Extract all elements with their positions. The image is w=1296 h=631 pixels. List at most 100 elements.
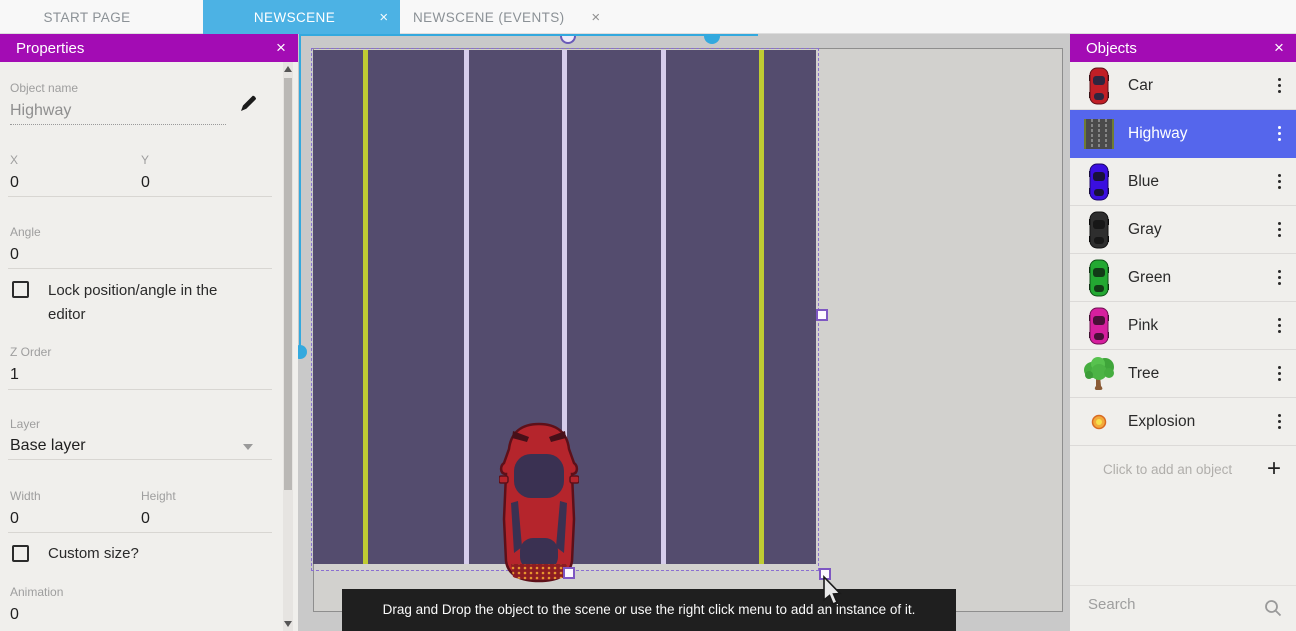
object-name-value: Highway (10, 102, 71, 119)
drag-drop-tooltip: Drag and Drop the object to the scene or… (342, 589, 956, 631)
height-field[interactable]: 0 (141, 510, 150, 528)
tab-newscene[interactable]: NEWSCENE × (203, 0, 400, 34)
angle-field[interactable]: 0 (10, 246, 19, 264)
custom-size-label: Custom size? (48, 542, 139, 566)
object-menu-icon[interactable] (1262, 414, 1296, 429)
mouse-cursor (820, 575, 842, 607)
divider (8, 268, 272, 269)
object-label: Gray (1128, 221, 1262, 239)
object-label: Pink (1128, 317, 1262, 335)
explosion-icon (1070, 414, 1128, 430)
car-green-icon (1070, 259, 1128, 297)
horizontal-scroll-thumb[interactable] (704, 35, 720, 44)
lock-position-checkbox[interactable] (12, 281, 29, 298)
z-order-label: Z Order (10, 345, 51, 359)
width-field[interactable]: 0 (10, 510, 19, 528)
objects-title: Objects (1070, 40, 1262, 57)
object-name-label: Object name (10, 81, 78, 95)
object-row-car[interactable]: Car (1070, 62, 1296, 110)
object-menu-icon[interactable] (1262, 78, 1296, 93)
objects-list: Car Highway (1070, 62, 1296, 492)
resize-handle-right[interactable] (816, 309, 828, 321)
x-field[interactable]: 0 (10, 174, 19, 192)
vertical-scroll-thumb[interactable] (298, 345, 307, 359)
y-label: Y (141, 153, 149, 167)
add-object-label: Click to add an object (1070, 462, 1252, 477)
scene-editor: START PAGE NEWSCENE × NEWSCENE (EVENTS) … (0, 0, 1296, 631)
properties-scrollbar[interactable] (283, 62, 293, 631)
scene-canvas[interactable]: Drag and Drop the object to the scene or… (298, 34, 1070, 631)
car-red-icon (1070, 67, 1128, 105)
resize-handle-bottom[interactable] (563, 567, 575, 579)
chevron-down-icon[interactable] (243, 444, 253, 450)
object-label: Blue (1128, 173, 1262, 191)
object-menu-icon[interactable] (1262, 366, 1296, 381)
close-icon[interactable]: × (580, 9, 612, 26)
layer-select[interactable]: Base layer (10, 437, 86, 455)
tab-start-page-label: START PAGE (43, 10, 130, 25)
width-label: Width (10, 489, 41, 503)
custom-size-checkbox[interactable] (12, 545, 29, 562)
object-row-tree[interactable]: Tree (1070, 350, 1296, 398)
car-instance[interactable] (499, 421, 579, 583)
object-row-gray[interactable]: Gray (1070, 206, 1296, 254)
tab-newscene-label: NEWSCENE (203, 10, 368, 25)
layer-label: Layer (10, 417, 40, 431)
object-menu-icon[interactable] (1262, 270, 1296, 285)
scroll-down-icon[interactable] (284, 621, 292, 627)
object-label: Tree (1128, 365, 1262, 383)
angle-label: Angle (10, 225, 41, 239)
divider (8, 196, 272, 197)
car-gray-icon (1070, 211, 1128, 249)
x-label: X (10, 153, 18, 167)
car-pink-icon (1070, 307, 1128, 345)
scrollbar-thumb[interactable] (284, 78, 292, 490)
edit-pencil-icon[interactable] (240, 94, 258, 112)
z-order-field[interactable]: 1 (10, 366, 19, 384)
object-label: Highway (1128, 125, 1262, 143)
properties-header: Properties × (0, 34, 298, 62)
object-name-field[interactable]: Highway (10, 102, 226, 125)
rotate-handle[interactable] (560, 35, 576, 44)
divider (8, 532, 272, 533)
properties-title: Properties (0, 40, 264, 57)
object-row-highway[interactable]: Highway (1070, 110, 1296, 158)
lock-position-label: Lock position/angle in the editor (48, 279, 248, 327)
object-search (1070, 585, 1296, 631)
y-field[interactable]: 0 (141, 174, 150, 192)
tab-newscene-events-label: NEWSCENE (EVENTS) (400, 10, 580, 25)
vertical-scroll-line[interactable] (299, 34, 301, 352)
divider (8, 459, 272, 460)
add-icon[interactable]: + (1252, 455, 1296, 483)
tab-start-page[interactable]: START PAGE (0, 0, 174, 34)
close-icon[interactable]: × (1262, 38, 1296, 58)
object-row-green[interactable]: Green (1070, 254, 1296, 302)
objects-header: Objects × (1070, 34, 1296, 62)
search-icon (1264, 599, 1282, 617)
object-label: Explosion (1128, 413, 1262, 431)
object-menu-icon[interactable] (1262, 126, 1296, 141)
objects-panel: Objects × Car (1070, 34, 1296, 631)
properties-panel: Properties × Object name Highway X 0 Y 0… (0, 34, 298, 631)
tab-newscene-events[interactable]: NEWSCENE (EVENTS) × (400, 0, 612, 34)
animation-label: Animation (10, 585, 63, 599)
height-label: Height (141, 489, 176, 503)
object-row-explosion[interactable]: Explosion (1070, 398, 1296, 446)
search-input[interactable] (1088, 596, 1248, 613)
object-row-pink[interactable]: Pink (1070, 302, 1296, 350)
scroll-up-icon[interactable] (284, 66, 292, 72)
car-blue-icon (1070, 163, 1128, 201)
close-icon[interactable]: × (368, 9, 400, 26)
object-row-blue[interactable]: Blue (1070, 158, 1296, 206)
tree-icon (1070, 356, 1128, 392)
tab-bar: START PAGE NEWSCENE × NEWSCENE (EVENTS) … (0, 0, 1296, 34)
horizontal-scroll-line[interactable] (299, 34, 758, 36)
object-label: Car (1128, 77, 1262, 95)
object-menu-icon[interactable] (1262, 318, 1296, 333)
add-object-button[interactable]: Click to add an object + (1070, 446, 1296, 492)
divider (8, 389, 272, 390)
object-menu-icon[interactable] (1262, 222, 1296, 237)
close-icon[interactable]: × (264, 38, 298, 58)
animation-field[interactable]: 0 (10, 606, 19, 624)
object-menu-icon[interactable] (1262, 174, 1296, 189)
